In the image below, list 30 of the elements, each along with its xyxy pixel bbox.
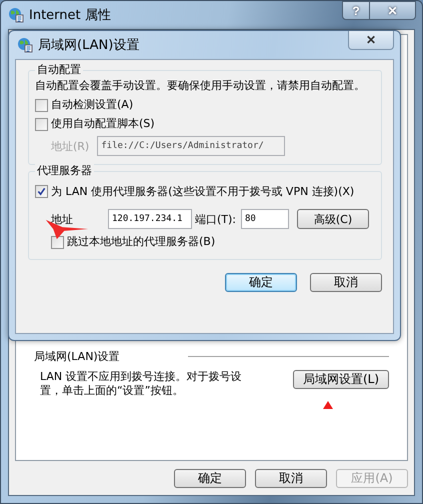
checkbox-label: 使用自动配置脚本(S) — [51, 117, 155, 131]
section-heading: 局域网(LAN)设置 — [34, 349, 120, 364]
lan-settings-button[interactable]: 局域网设置(L) — [293, 370, 389, 389]
dialog-button[interactable]: 取消 — [255, 468, 327, 488]
port-field[interactable]: 80 — [241, 209, 290, 229]
group-heading: 代理服务器 — [35, 163, 94, 178]
checkbox-label: 跳过本地地址的代理服务器(B) — [67, 235, 216, 249]
triangle-icon — [323, 401, 333, 409]
checkbox-label: 为 LAN 使用代理服务器(这些设置不用于拨号或 VPN 连接)(X) — [51, 185, 354, 199]
globe-icon — [17, 37, 33, 53]
checkbox[interactable] — [35, 185, 48, 198]
lan-note: LAN 设置不应用到拨号连接。对于拨号设置，单击上面的“设置”按钮。 — [40, 370, 243, 398]
field-label: 地址(R) — [51, 138, 90, 154]
checkbox[interactable] — [51, 236, 64, 248]
dialog-button[interactable]: 确定 — [174, 468, 246, 488]
advanced-button[interactable]: 高级(C) — [297, 209, 370, 229]
dialog-button[interactable]: 取消 — [310, 273, 382, 292]
checkbox[interactable] — [35, 118, 48, 130]
globe-icon — [8, 7, 24, 23]
dialog-title: 局域网(LAN)设置 — [38, 37, 140, 54]
field-label: 端口(T): — [195, 212, 236, 226]
group-heading: 自动配置 — [35, 62, 83, 77]
checkbox-label: 自动检测设置(A) — [51, 98, 134, 112]
checkbox[interactable] — [35, 98, 48, 112]
address-field[interactable]: 120.197.234.1 — [108, 209, 192, 229]
dialog-button[interactable]: 确定 — [225, 273, 297, 292]
window-title: Internet 属性 — [29, 7, 111, 24]
close-button[interactable]: ✕ — [348, 31, 394, 50]
description-text: 自动配置会覆盖手动设置。要确保使用手动设置，请禁用自动配置。 — [35, 79, 366, 93]
field-label: 地址 — [51, 212, 74, 226]
